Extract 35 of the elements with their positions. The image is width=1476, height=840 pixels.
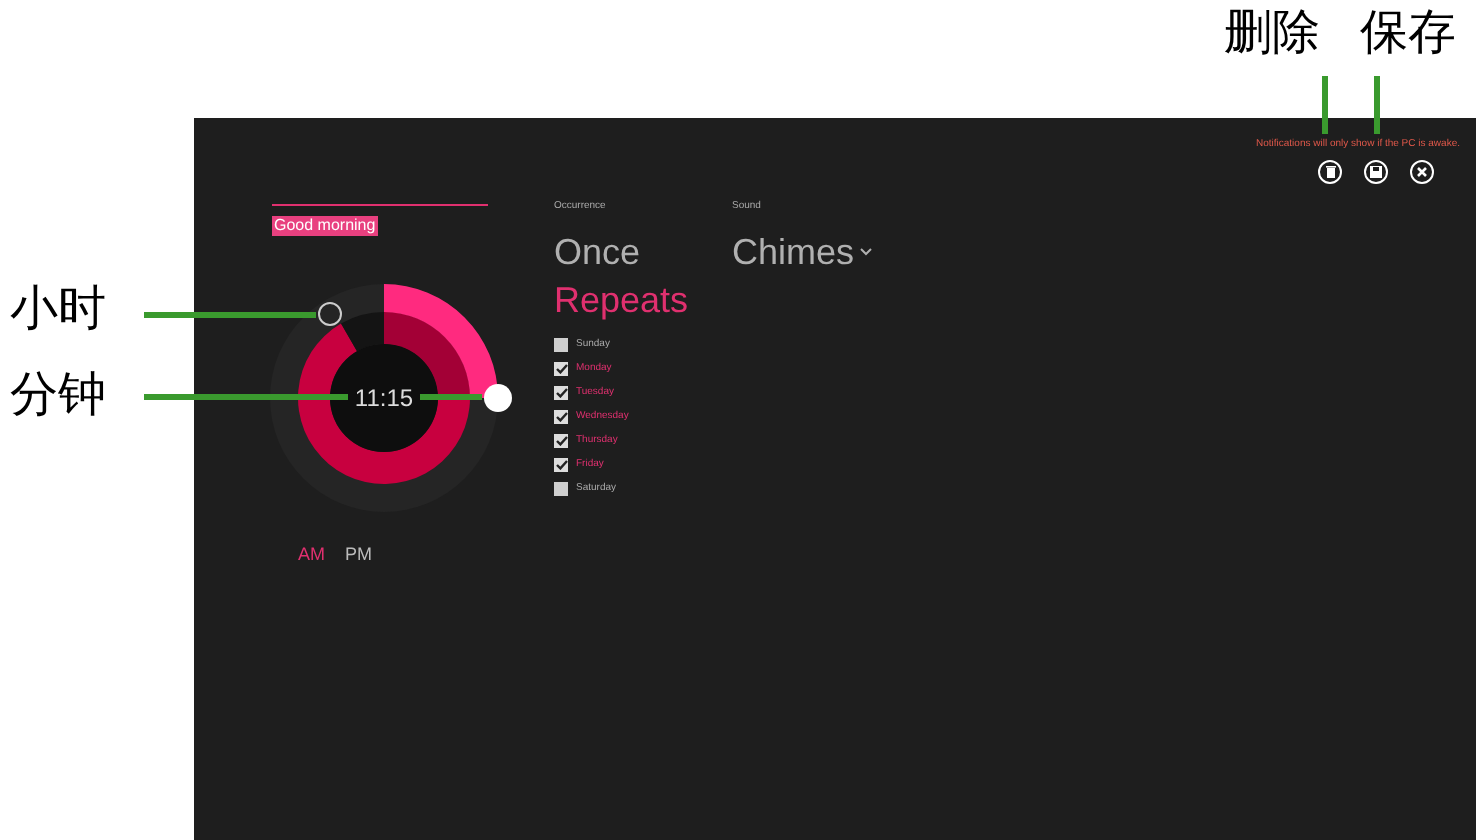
leader-line	[1374, 76, 1380, 134]
leader-line	[420, 394, 482, 400]
day-checkbox[interactable]	[554, 482, 568, 496]
close-button[interactable]	[1410, 160, 1434, 184]
save-icon	[1370, 166, 1382, 178]
trash-icon	[1325, 166, 1335, 178]
day-checkbox[interactable]	[554, 434, 568, 448]
check-icon	[555, 436, 567, 446]
day-checkbox[interactable]	[554, 458, 568, 472]
occurrence-option[interactable]: Repeats	[554, 278, 689, 322]
minute-handle[interactable]	[484, 384, 512, 412]
day-checkbox[interactable]	[554, 410, 568, 424]
hour-handle[interactable]	[317, 302, 342, 327]
day-checkbox[interactable]	[554, 386, 568, 400]
alarm-name-field[interactable]: Good morning	[272, 216, 378, 236]
save-button[interactable]	[1364, 160, 1388, 184]
delete-button[interactable]	[1318, 160, 1342, 184]
day-checkbox[interactable]	[554, 338, 568, 352]
day-checkbox[interactable]	[554, 362, 568, 376]
occurrence-option[interactable]: Once	[554, 230, 641, 274]
time-text: 11:15	[352, 384, 416, 412]
close-icon	[1416, 166, 1428, 178]
meridiem-toggle[interactable]: AM	[298, 544, 325, 564]
annotation-label: 保存	[1360, 4, 1456, 64]
sound-dropdown[interactable]: Chimes	[732, 230, 873, 274]
check-icon	[555, 364, 567, 374]
check-icon	[555, 388, 567, 398]
leader-line	[1322, 76, 1328, 134]
annotation-label: 小时	[10, 280, 106, 340]
chevron-down-icon	[860, 248, 873, 256]
check-icon	[555, 412, 567, 422]
check-icon	[555, 460, 567, 470]
annotation-label: 删除	[1224, 4, 1320, 64]
annotation-label: 分钟	[10, 366, 106, 426]
meridiem-toggle[interactable]: PM	[345, 544, 372, 564]
